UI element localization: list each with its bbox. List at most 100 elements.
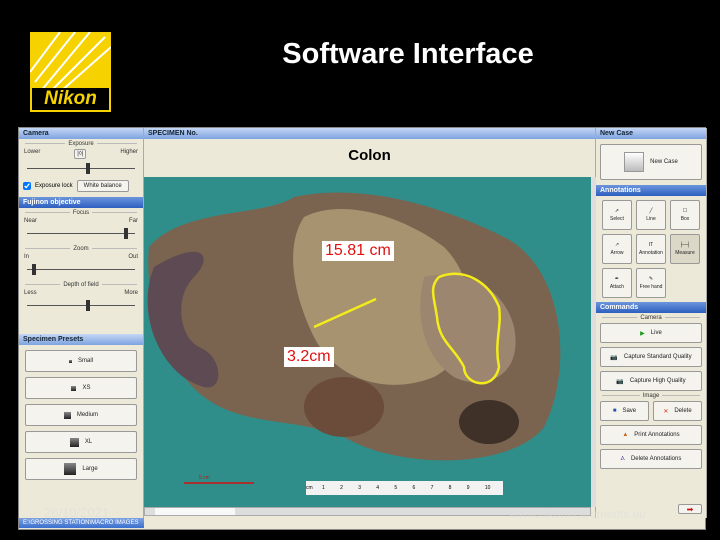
measure-icon: ├─┤ [679,242,691,248]
exposure-lock-label: Exposure lock [35,183,73,189]
tool-annotation[interactable]: IT Annotation [636,234,666,264]
app-window: Camera Exposure Lower |◊| Higher Exposure … [18,127,707,530]
tool-label: Measure [675,250,695,256]
capture-high-label: Capture High Quality [629,378,686,384]
new-case-header[interactable]: New Case [596,128,706,139]
focus-slider[interactable] [27,226,135,240]
arrow-icon: ↗ [614,242,620,248]
specimen-photo-svg [147,192,561,484]
preset-label: Large [82,466,98,472]
ruler-tick: 6 [412,485,416,491]
save-button[interactable]: ■ Save [600,401,649,421]
capture-standard-button[interactable]: 📷 Capture Standard Quality [600,347,702,367]
exposure-lock-checkbox[interactable] [23,182,31,190]
exposure-reset-icon[interactable]: |◊| [74,149,87,159]
dof-slider[interactable] [27,298,135,312]
ruler-tick: 1 [322,485,325,491]
ruler-tick: 5 [394,485,398,491]
preset-label: XS [82,385,91,391]
specimen-image[interactable]: 15.81 cm 3.2cm 5 cm cm 1 2 3 4 5 6 7 8 9 10 [144,177,591,507]
delete-annotations-button[interactable]: Ⲁ Delete Annotations [600,449,702,469]
exposure-max: Higher [120,149,138,155]
print-icon: ▲ [622,432,629,438]
preset-medium[interactable]: Medium [25,404,137,426]
preset-large[interactable]: Large [25,458,137,480]
exposure-slider[interactable] [27,161,135,175]
slide-title: Software Interface [282,38,534,70]
specimen-name: Colon [348,147,391,164]
preset-xl[interactable]: XL [25,431,137,453]
tool-box[interactable]: ☐ Box [670,200,700,230]
measurement-label-length[interactable]: 15.81 cm [322,241,394,261]
cursor-icon: ➚ [614,208,620,214]
zoom-max: Out [128,254,138,260]
nikon-logo: Nikon [30,32,111,112]
delete-annotations-label: Delete Annotations [630,456,682,462]
tool-select[interactable]: ➚ Select [602,200,632,230]
tool-attach[interactable]: ✒ Attach [602,268,632,298]
focus-max: Far [129,218,138,224]
save-label: Save [622,408,637,414]
ruler-unit: cm [306,485,313,491]
print-annotations-button[interactable]: ▲ Print Annotations [600,425,702,445]
ruler-tick: 7 [430,485,434,491]
ruler-tick: 2 [340,485,343,491]
white-balance-button[interactable]: White balance [76,180,129,192]
left-panel: Camera Exposure Lower |◊| Higher Exposure … [19,128,144,518]
focus-min: Near [24,218,38,224]
specimen-header[interactable]: SPECIMEN No. [144,128,595,139]
exposure-min: Lower [24,149,41,155]
zoom-min: In [24,254,30,260]
delete-annotations-icon: Ⲁ [620,455,625,462]
tool-line[interactable]: ╱ Line [636,200,666,230]
box-icon: ☐ [682,208,688,214]
annotations-header[interactable]: Annotations [596,185,706,196]
ruler: cm 1 2 3 4 5 6 7 8 9 10 [306,481,503,495]
preset-xs[interactable]: XS [25,377,137,399]
tool-measure[interactable]: ├─┤ Measure [670,234,700,264]
tool-label: Attach [609,284,625,290]
camera-icon: 📷 [610,354,618,361]
pencil-icon: ✎ [648,276,654,282]
camera-group-label: Camera [637,315,665,321]
tool-arrow[interactable]: ↗ Arrow [602,234,632,264]
capture-high-button[interactable]: 📷 Capture High Quality [600,371,702,391]
tool-label: Annotation [639,250,663,256]
dof-label: Depth of field [60,282,102,288]
line-icon: ╱ [649,208,653,214]
new-case-icon [624,152,645,172]
preset-small[interactable]: Small [25,350,137,372]
new-case-button[interactable]: New Case [600,144,702,180]
delete-button[interactable]: ✕ Delete [653,401,702,421]
ruler-tick: 8 [448,485,452,491]
scale-bar-label: 5 cm [199,475,210,481]
attach-icon: ✒ [614,276,620,282]
presets-header[interactable]: Specimen Presets [19,334,143,345]
delete-label: Delete [674,408,692,414]
delete-icon: ✕ [663,408,669,415]
slide-website: www.nikoninstruments.eu [510,507,647,521]
camera-icon: 📷 [616,378,624,385]
tool-label: Free hand [639,284,663,290]
preset-label: Small [77,358,93,364]
text-icon: IT [648,242,654,248]
camera-header[interactable]: Camera [19,128,143,139]
exposure-group: Exposure [65,141,97,147]
ruler-tick: 4 [376,485,380,491]
commands-header[interactable]: Commands [596,302,706,313]
tool-freehand[interactable]: ✎ Free hand [636,268,666,298]
exit-icon[interactable]: ➡ [678,504,702,514]
measurement-label-width[interactable]: 3.2cm [284,347,334,367]
ruler-tick: 10 [484,485,491,491]
slide-date: 26/10/2021 [44,505,110,520]
image-group-label: Image [639,393,663,399]
live-button[interactable]: ▶ Live [600,323,702,343]
save-icon: ■ [612,408,617,414]
capture-standard-label: Capture Standard Quality [623,354,692,360]
objective-header[interactable]: Fujinon objective [19,197,143,208]
logo-text: Nikon [32,88,109,110]
zoom-slider[interactable] [27,262,135,276]
tool-label: Arrow [610,250,624,256]
ruler-tick: 9 [466,485,470,491]
dof-max: More [124,290,138,296]
